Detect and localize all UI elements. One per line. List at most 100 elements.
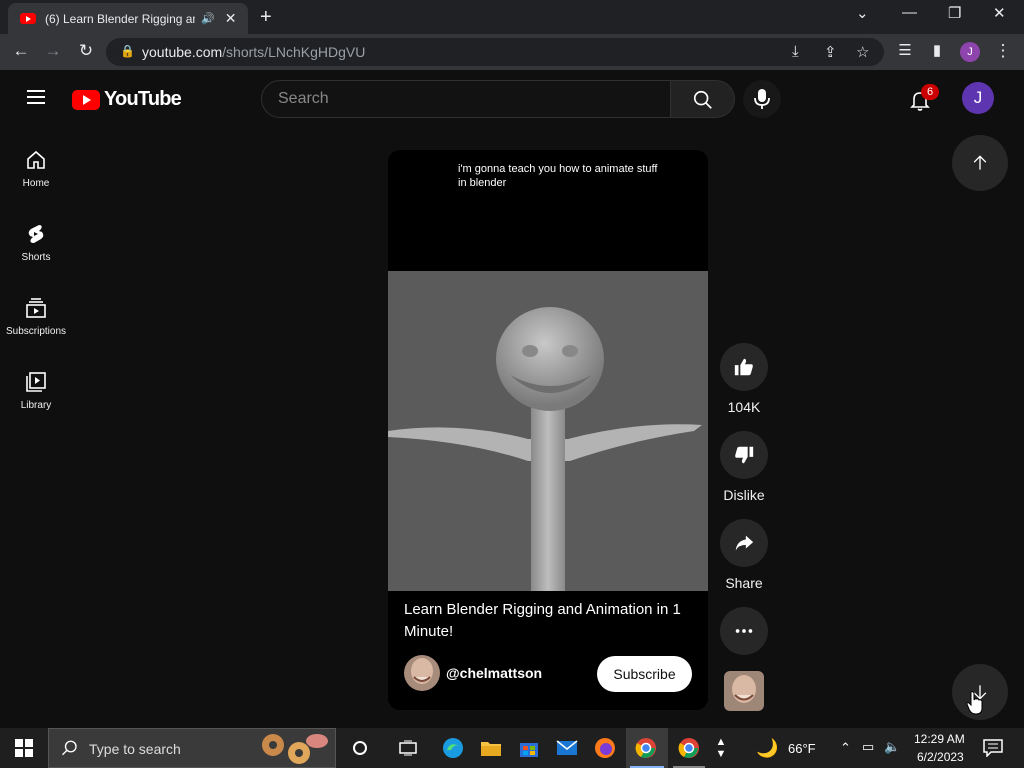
guide-item-library[interactable]: Library	[0, 370, 72, 430]
dislike-label: Dislike	[723, 487, 765, 503]
channel-name[interactable]: @chelmattson	[446, 665, 542, 681]
subscriptions-icon	[26, 298, 46, 318]
dislike-button[interactable]	[720, 431, 768, 479]
guide-item-home[interactable]: Home	[0, 148, 72, 208]
guide-label: Subscriptions	[5, 326, 67, 337]
notifications-center-icon[interactable]	[983, 739, 1003, 757]
close-window-button[interactable]: ✕	[993, 4, 1006, 22]
thumbs-up-icon	[734, 358, 753, 376]
share-arrow-icon	[735, 535, 754, 551]
voice-search-button[interactable]	[743, 80, 781, 118]
guide-item-shorts[interactable]: Shorts	[0, 222, 72, 282]
search-input[interactable]: Search	[261, 80, 671, 118]
thumbs-down-icon	[735, 446, 754, 464]
video-caption-text: i'm gonna teach you how to animate stuff…	[458, 163, 658, 189]
weather-temperature[interactable]: 66°F	[788, 741, 816, 756]
search-icon	[693, 90, 712, 109]
mail-icon[interactable]	[553, 734, 581, 762]
edge-browser-icon[interactable]	[439, 734, 467, 762]
chrome-icon-active[interactable]	[632, 734, 660, 762]
subscribe-button[interactable]: Subscribe	[597, 656, 692, 692]
browser-tabstrip: (6) Learn Blender Rigging and Animation …	[0, 0, 1024, 34]
video-frame[interactable]	[388, 271, 708, 591]
more-options-button[interactable]	[720, 607, 768, 655]
more-horizontal-icon	[735, 629, 753, 633]
reading-list-icon[interactable]: ☰	[894, 41, 916, 59]
channel-avatar[interactable]	[404, 655, 440, 691]
more-actions[interactable]	[720, 607, 768, 655]
cortana-icon[interactable]	[346, 734, 374, 762]
taskbar-scroll-arrows[interactable]: ▲ ▼	[710, 734, 732, 762]
like-button[interactable]	[720, 343, 768, 391]
taskbar-search-box[interactable]: Type to search	[48, 728, 336, 768]
library-icon	[26, 372, 46, 392]
taskbar-search-placeholder: Type to search	[89, 741, 181, 757]
clock-time[interactable]: 12:29 AM	[914, 732, 965, 746]
microsoft-store-icon[interactable]	[515, 734, 543, 762]
sound-thumbnail-face-icon	[732, 675, 756, 703]
browser-toolbar: ← → ↻ 🔒 youtube.com/shorts/LNchKgHDgVU ⤓…	[0, 34, 1024, 70]
arrow-up-icon	[973, 155, 987, 170]
browser-profile-avatar[interactable]: J	[960, 42, 980, 62]
sound-thumbnail[interactable]	[724, 671, 764, 711]
like-count: 104K	[727, 399, 761, 415]
video-title[interactable]: Learn Blender Rigging and Animation in 1…	[404, 599, 694, 643]
close-tab-icon[interactable]: ✕	[225, 10, 237, 27]
volume-muted-icon[interactable]: 🔈	[884, 739, 900, 755]
short-info-panel: Learn Blender Rigging and Animation in 1…	[388, 591, 708, 710]
guide-label: Shorts	[21, 252, 51, 263]
weather-moon-icon[interactable]: 🌙	[756, 738, 778, 759]
new-tab-button[interactable]: +	[260, 6, 272, 29]
chrome-icon[interactable]	[675, 734, 703, 762]
lock-icon[interactable]: 🔒	[120, 44, 135, 58]
search-button[interactable]	[671, 80, 735, 118]
guide-menu-icon[interactable]	[27, 90, 45, 104]
shorts-icon	[28, 225, 44, 243]
windows-taskbar: Type to search ▲▼ 🌙 66°F ⌃ ▭ 🔈 12:29 AM	[0, 728, 1024, 768]
dislike-action[interactable]: Dislike	[720, 431, 768, 503]
previous-short-button[interactable]	[952, 135, 1008, 191]
share-label: Share	[725, 575, 763, 591]
mouse-cursor-icon	[966, 691, 983, 715]
notification-count-badge: 6	[921, 84, 939, 100]
channel-avatar-face-icon	[411, 658, 433, 684]
guide-item-subscriptions[interactable]: Subscriptions	[0, 296, 72, 356]
microphone-icon	[754, 89, 770, 109]
short-video-player[interactable]: i'm gonna teach you how to animate stuff…	[388, 150, 708, 710]
share-button[interactable]	[720, 519, 768, 567]
youtube-favicon-icon	[20, 13, 36, 24]
share-action[interactable]: Share	[720, 519, 768, 591]
minimize-button[interactable]: —	[902, 4, 917, 21]
speaker-icon[interactable]: 🔊	[201, 12, 215, 25]
tab-title: (6) Learn Blender Rigging and Animation …	[45, 11, 195, 26]
firefox-icon[interactable]	[591, 734, 619, 762]
youtube-logo[interactable]: YouTube	[72, 88, 182, 111]
network-icon[interactable]: ▭	[862, 739, 874, 755]
youtube-play-logo-icon	[72, 89, 100, 110]
windows-start-icon[interactable]	[15, 739, 33, 757]
install-app-icon[interactable]: ⤓	[792, 43, 799, 60]
restore-button[interactable]: ❐	[948, 4, 961, 22]
account-avatar[interactable]: J	[962, 82, 994, 114]
smiley-character-figure	[388, 307, 702, 591]
reload-button[interactable]: ↻	[75, 41, 97, 61]
clock-date[interactable]: 6/2/2023	[917, 750, 964, 764]
guide-label: Home	[22, 178, 50, 189]
show-hidden-icons-chevron-icon[interactable]: ⌃	[840, 740, 851, 756]
browser-tab[interactable]: (6) Learn Blender Rigging and Animation …	[8, 3, 248, 34]
logo-text: YouTube	[104, 88, 182, 110]
file-explorer-icon[interactable]	[477, 734, 505, 762]
address-bar[interactable]: 🔒 youtube.com/shorts/LNchKgHDgVU ⤓ ⇪ ☆	[106, 38, 884, 66]
task-view-icon[interactable]	[394, 734, 422, 762]
browser-menu-icon[interactable]: ⋮	[992, 41, 1014, 61]
youtube-masthead: YouTube Search 6 J	[0, 70, 1024, 126]
back-button[interactable]: ←	[10, 41, 32, 61]
url-text[interactable]: youtube.com/shorts/LNchKgHDgVU	[142, 44, 365, 60]
share-page-icon[interactable]: ⇪	[824, 43, 837, 61]
tab-search-icon[interactable]: ⌄	[856, 4, 869, 22]
bookmark-star-icon[interactable]: ☆	[856, 43, 869, 61]
forward-button[interactable]: →	[42, 41, 64, 61]
like-action[interactable]: 104K	[720, 343, 768, 415]
guide-label: Library	[20, 400, 52, 411]
side-panel-icon[interactable]: ▮	[926, 41, 948, 59]
